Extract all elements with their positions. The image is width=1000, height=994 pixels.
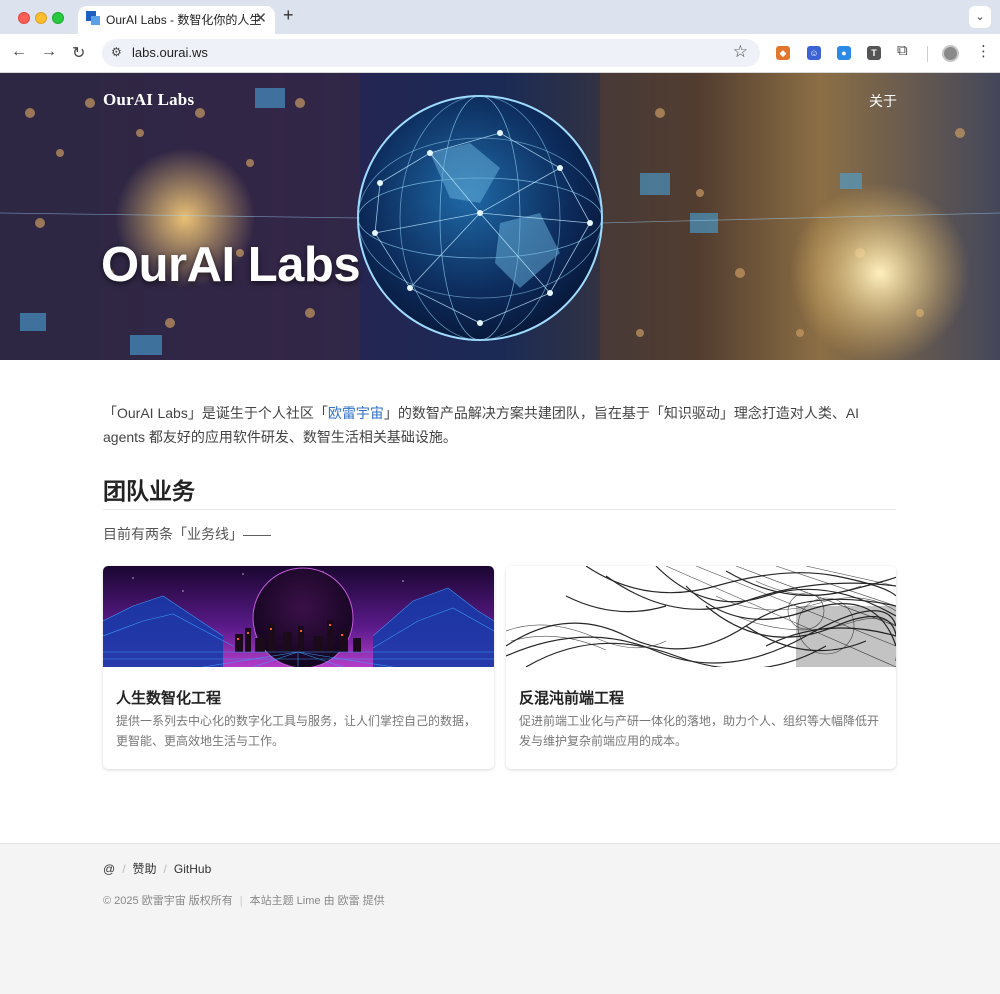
copyright-line: © 2025 欧雷宇宙 版权所有 | 本站主题 Lime 由 欧雷 提供 xyxy=(103,892,385,908)
site-brand-link[interactable]: OurAI Labs xyxy=(103,90,194,110)
active-tab[interactable]: OurAI Labs - 数智化你的人生 ✕ xyxy=(78,6,275,34)
section-title: 团队业务 xyxy=(103,478,195,504)
footer-separator: / xyxy=(163,862,167,876)
card-description: 促进前端工业化与产研一体化的落地，助力个人、组织等大幅降低开发与维护复杂前端应用… xyxy=(519,714,880,748)
bookmark-star-icon[interactable]: ☆ xyxy=(733,42,748,62)
card-image-chaos-sketch xyxy=(506,566,896,667)
footer-link-github[interactable]: GitHub xyxy=(174,862,211,876)
page-footer: @ / 赞助 / GitHub © 2025 欧雷宇宙 版权所有 | 本站主题 Lime 由… xyxy=(0,843,1000,994)
reload-icon[interactable]: ↻ xyxy=(72,43,85,63)
t-extension-icon[interactable]: T xyxy=(867,46,881,60)
ourai-universe-link[interactable]: 欧雷宇宙 xyxy=(328,405,384,421)
hero-title: OurAI Labs xyxy=(101,238,361,292)
tab-title: OurAI Labs - 数智化你的人生 xyxy=(106,13,262,27)
card-title: 反混沌前端工程 xyxy=(519,690,625,707)
footer-separator: / xyxy=(122,862,126,876)
drop-extension-icon[interactable]: ● xyxy=(837,46,851,60)
zoom-window-button[interactable] xyxy=(52,12,64,24)
site-settings-icon[interactable]: ⚙ xyxy=(111,45,122,59)
robot-extension-icon[interactable]: ☺ xyxy=(807,46,821,60)
tab-strip: OurAI Labs - 数智化你的人生 ✕ + ⌄ xyxy=(0,0,1000,34)
metamask-extension-icon[interactable]: ◆ xyxy=(776,46,790,60)
hero-banner: OurAI Labs 关于 OurAI Labs xyxy=(0,73,1000,360)
theme-credit: 本站主题 Lime 由 欧雷 提供 xyxy=(249,895,385,907)
nav-about-link[interactable]: 关于 xyxy=(869,91,897,111)
business-card-digital-life[interactable]: 人生数智化工程 提供一系列去中心化的数字化工具与服务，让人们掌控自己的数据，更智… xyxy=(103,566,494,769)
footer-divider: | xyxy=(239,895,243,907)
tab-search-chevron-icon[interactable]: ⌄ xyxy=(969,6,991,28)
card-image-synthwave xyxy=(103,566,494,667)
intro-text-before: 「OurAI Labs」是诞生于个人社区「 xyxy=(103,405,328,421)
minimize-window-button[interactable] xyxy=(35,12,47,24)
toolbar-divider xyxy=(927,46,928,62)
browser-menu-icon[interactable]: ⋮ xyxy=(976,42,991,60)
intro-paragraph: 「OurAI Labs」是诞生于个人社区「欧雷宇宙」的数智产品解决方案共建团队，… xyxy=(103,401,899,449)
new-tab-icon[interactable]: + xyxy=(283,5,294,26)
site-favicon-icon xyxy=(86,11,100,25)
copyright-text: © 2025 欧雷宇宙 版权所有 xyxy=(103,895,233,907)
back-arrow-icon[interactable]: ← xyxy=(11,43,27,61)
forward-arrow-icon[interactable]: → xyxy=(41,43,57,61)
main-content: 「OurAI Labs」是诞生于个人社区「欧雷宇宙」的数智产品解决方案共建团队，… xyxy=(0,360,1000,843)
card-title: 人生数智化工程 xyxy=(116,690,222,707)
browser-toolbar: ← → ↻ ⚙ labs.ourai.ws ☆ ◆ ☺ ● T ⧉ ⋮ xyxy=(0,34,1000,73)
url-text: labs.ourai.ws xyxy=(132,45,208,60)
section-subtitle: 目前有两条「业务线」—— xyxy=(103,526,271,542)
address-bar[interactable]: ⚙ labs.ourai.ws ☆ xyxy=(102,39,760,67)
hero-network-illustration xyxy=(0,73,1000,360)
footer-link-sponsor[interactable]: 赞助 xyxy=(133,862,157,876)
footer-links: @ / 赞助 / GitHub xyxy=(103,860,211,877)
close-window-button[interactable] xyxy=(18,12,30,24)
section-divider xyxy=(103,509,896,510)
extensions-puzzle-icon[interactable]: ⧉ xyxy=(897,42,908,59)
business-card-anti-chaos-frontend[interactable]: 反混沌前端工程 促进前端工业化与产研一体化的落地，助力个人、组织等大幅降低开发与… xyxy=(506,566,896,769)
card-description: 提供一系列去中心化的数字化工具与服务，让人们掌控自己的数据，更智能、更高效地生活… xyxy=(116,714,477,748)
footer-link-at[interactable]: @ xyxy=(103,862,115,876)
profile-avatar[interactable] xyxy=(942,45,959,62)
close-tab-icon[interactable]: ✕ xyxy=(254,9,267,27)
